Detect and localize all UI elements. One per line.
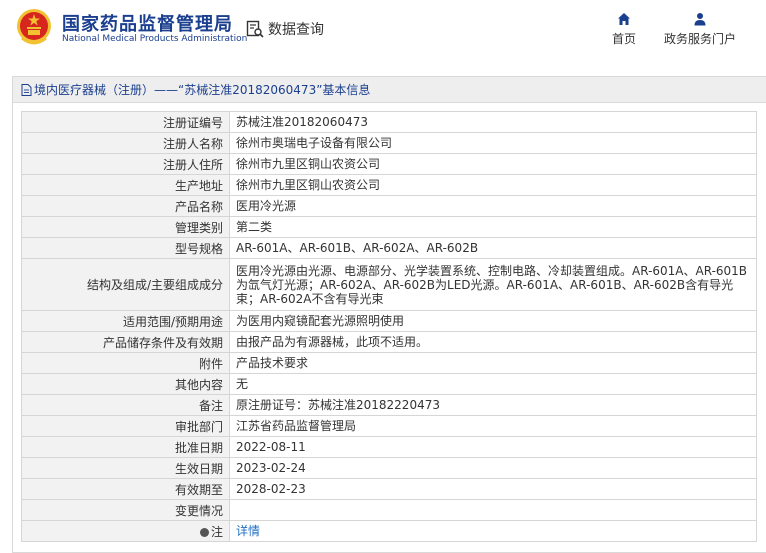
field-label: 批准日期 [21, 436, 230, 458]
field-label: 注册人住所 [21, 153, 230, 175]
field-label: 型号规格 [21, 237, 230, 259]
table-row: 有效期至 2028-02-23 [21, 478, 757, 500]
field-value: 由报产品为有源器械，此项不适用。 [229, 331, 757, 353]
field-label: 管理类别 [21, 216, 230, 238]
field-value: 江苏省药品监督管理局 [229, 415, 757, 437]
panel-title: 境内医疗器械（注册）——“苏械注准20182060473”基本信息 [34, 83, 371, 97]
user-icon [694, 13, 706, 26]
table-row: 备注 原注册证号：苏械注准20182220473 [21, 394, 757, 416]
table-row: 审批部门 江苏省药品监督管理局 [21, 415, 757, 437]
field-value: 为医用内窥镜配套光源照明使用 [229, 310, 757, 332]
field-label-note: 注 [21, 520, 230, 542]
field-value: 医用冷光源 [229, 195, 757, 217]
field-value: 徐州市奥瑞电子设备有限公司 [229, 132, 757, 154]
document-search-icon [246, 20, 264, 38]
table-row: 其他内容无 [21, 373, 757, 395]
table-row: 管理类别 第二类 [21, 216, 757, 238]
field-value: 医用冷光源由光源、电源部分、光学装置系统、控制电路、冷却装置组成。AR-601A… [229, 258, 757, 311]
table-row: 产品名称 医用冷光源 [21, 195, 757, 217]
field-value [229, 499, 757, 521]
field-value: 详情 [229, 520, 757, 542]
field-label: 附件 [21, 352, 230, 374]
table-row: 产品储存条件及有效期 由报产品为有源器械，此项不适用。 [21, 331, 757, 353]
table-row: 适用范围/预期用途 为医用内窥镜配套光源照明使用 [21, 310, 757, 332]
nav-service-portal[interactable]: 政务服务门户 [660, 12, 740, 47]
field-value: 2028-02-23 [229, 478, 757, 500]
table-row: 注 详情 [21, 520, 757, 542]
nav-service-label: 政务服务门户 [663, 32, 736, 46]
field-label: 产品名称 [21, 195, 230, 217]
national-emblem-icon [17, 9, 51, 45]
field-label: 适用范围/预期用途 [21, 310, 230, 332]
field-label: 生产地址 [21, 174, 230, 196]
field-value: AR-601A、AR-601B、AR-602A、AR-602B [229, 237, 757, 259]
field-label: 备注 [21, 394, 230, 416]
site-title-en: National Medical Products Administration [62, 34, 248, 44]
pin-icon [199, 527, 209, 537]
table-row: 生产地址 徐州市九里区铜山农资公司 [21, 174, 757, 196]
device-info-panel: 境内医疗器械（注册）——“苏械注准20182060473”基本信息 注册证编号苏… [12, 76, 766, 553]
table-row: 注册人名称 徐州市奥瑞电子设备有限公司 [21, 132, 757, 154]
table-row: 附件 产品技术要求 [21, 352, 757, 374]
field-value: 徐州市九里区铜山农资公司 [229, 174, 757, 196]
details-link[interactable]: 详情 [236, 524, 260, 538]
site-header: 国家药品监督管理局 National Medical Products Admi… [0, 0, 766, 64]
nav-home-label: 首页 [611, 32, 636, 46]
field-value: 徐州市九里区铜山农资公司 [229, 153, 757, 175]
document-icon [21, 83, 32, 96]
table-row: 变更情况 [21, 499, 757, 521]
note-label: 注 [210, 524, 223, 539]
data-query-label: 数据查询 [268, 22, 324, 38]
table-row: 型号规格 AR-601A、AR-601B、AR-602A、AR-602B [21, 237, 757, 259]
field-label: 注册人名称 [21, 132, 230, 154]
field-label: 注册证编号 [21, 111, 230, 133]
panel-header: 境内医疗器械（注册）——“苏械注准20182060473”基本信息 [13, 77, 766, 103]
home-icon [618, 13, 630, 25]
field-label: 产品储存条件及有效期 [21, 331, 230, 353]
site-title: 国家药品监督管理局 [62, 14, 233, 35]
field-value: 无 [229, 373, 757, 395]
field-value: 产品技术要求 [229, 352, 757, 374]
table-row: 结构及组成/主要组成成分 医用冷光源由光源、电源部分、光学装置系统、控制电路、冷却… [21, 258, 757, 311]
table-row: 批准日期 2022-08-11 [21, 436, 757, 458]
field-value: 原注册证号：苏械注准20182220473 [229, 394, 757, 416]
field-label: 其他内容 [21, 373, 230, 395]
table-row: 生效日期 2023-02-24 [21, 457, 757, 479]
data-query-link[interactable]: 数据查询 [246, 18, 324, 40]
field-label: 有效期至 [21, 478, 230, 500]
field-label: 生效日期 [21, 457, 230, 479]
field-label: 变更情况 [21, 499, 230, 521]
nav-home[interactable]: 首页 [608, 12, 640, 47]
field-label: 结构及组成/主要组成成分 [21, 258, 230, 311]
field-value: 2023-02-24 [229, 457, 757, 479]
field-value: 第二类 [229, 216, 757, 238]
table-row: 注册人住所 徐州市九里区铜山农资公司 [21, 153, 757, 175]
info-table: 注册证编号 苏械注准20182060473 注册人名称 徐州市奥瑞电子设备有限公司 … [21, 111, 757, 542]
field-label: 审批部门 [21, 415, 230, 437]
field-value: 2022-08-11 [229, 436, 757, 458]
field-value: 苏械注准20182060473 [229, 111, 757, 133]
table-row: 注册证编号 苏械注准20182060473 [21, 111, 757, 133]
